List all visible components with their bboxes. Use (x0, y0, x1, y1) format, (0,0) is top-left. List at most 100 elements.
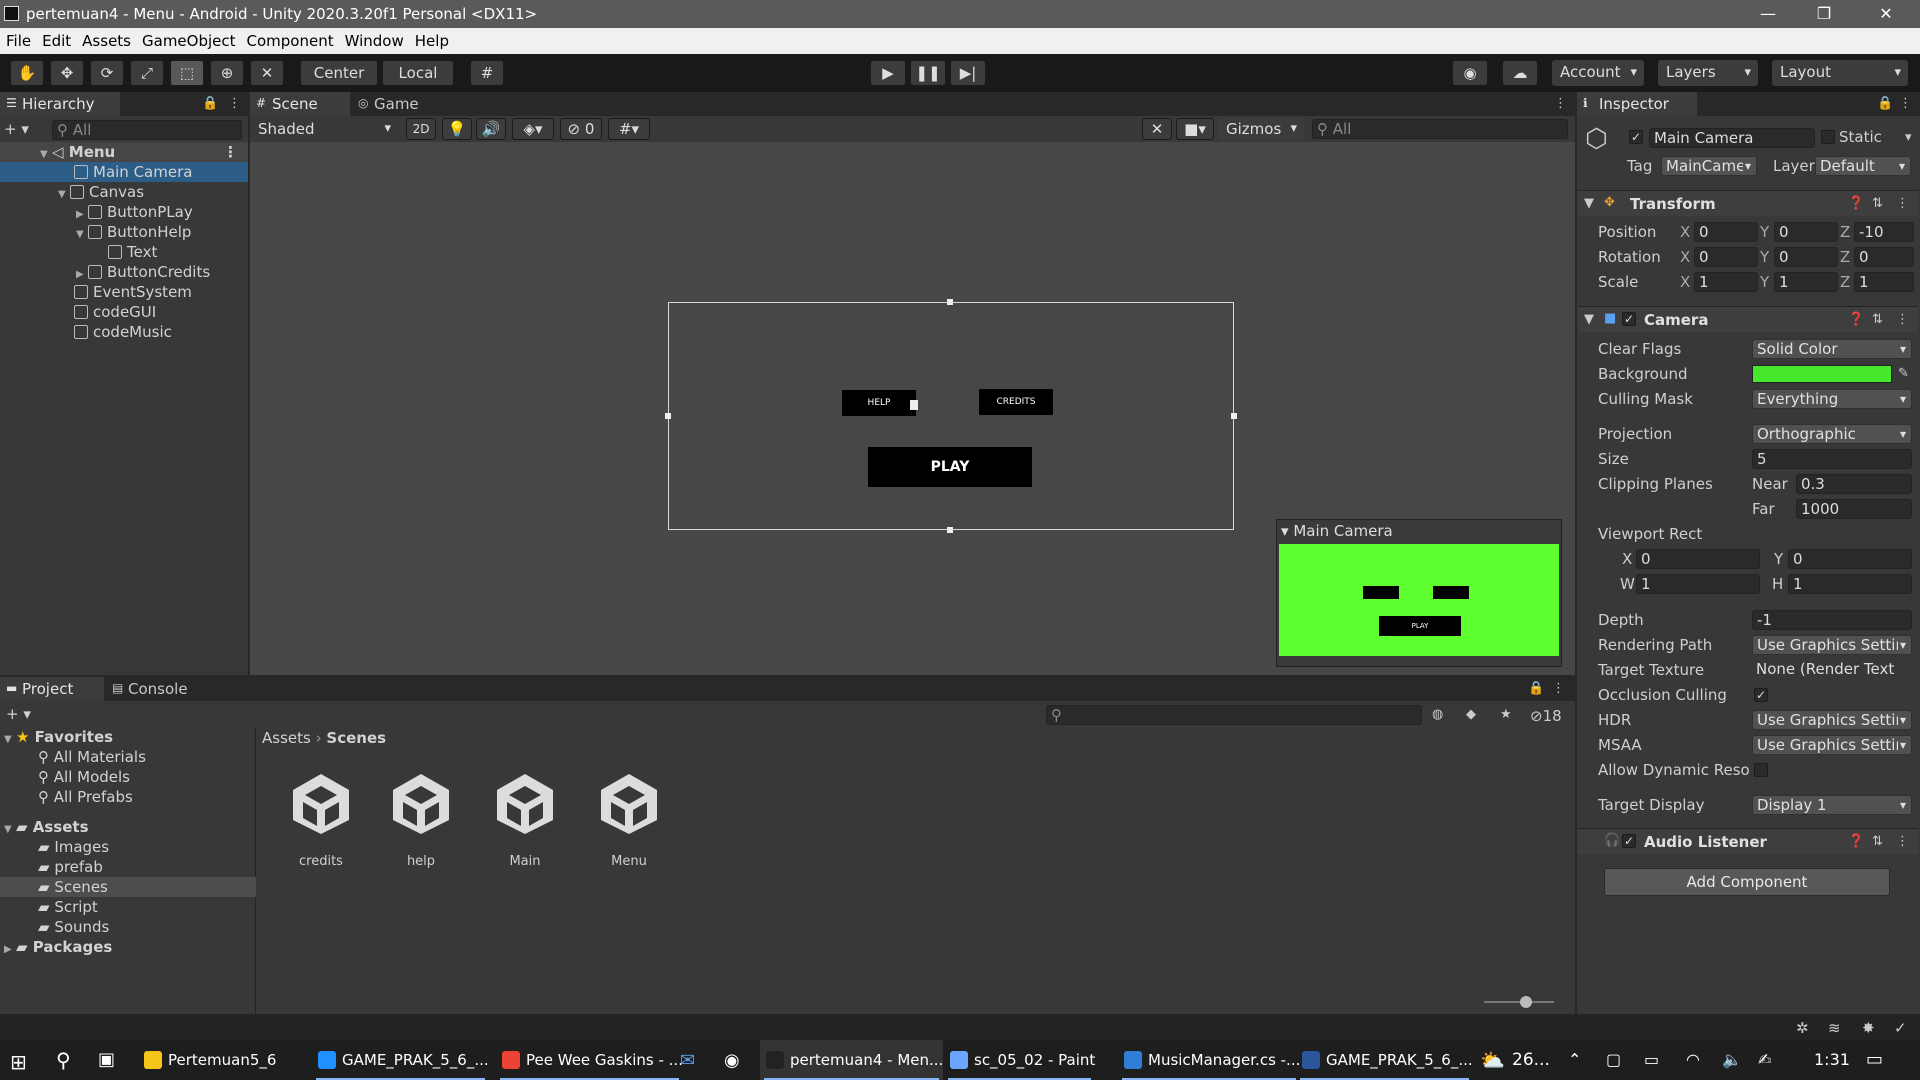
cloud-icon[interactable]: ☁ (1502, 60, 1538, 86)
rotation-x-field[interactable]: 0 (1694, 247, 1758, 267)
position-y-field[interactable]: 0 (1774, 222, 1838, 242)
taskbar-item-paint[interactable]: sc_05_02 - Paint (944, 1040, 1095, 1080)
rotate-tool-icon[interactable]: ⟳ (90, 60, 124, 86)
weather-icon[interactable]: ⛅ (1480, 1048, 1505, 1072)
viewport-h-field[interactable]: 1 (1788, 574, 1912, 594)
search-by-type-icon[interactable]: ◍ (1432, 707, 1443, 722)
more-icon[interactable]: ⋮ (1552, 681, 1565, 696)
component-menu-icon[interactable]: ⋮ (1896, 312, 1909, 327)
hierarchy-item-codegui[interactable]: codeGUI (0, 302, 248, 322)
help-icon[interactable]: ❓ (1848, 196, 1864, 211)
folder-sounds[interactable]: ▰ Sounds (38, 917, 109, 937)
favorite-all-prefabs[interactable]: ⚲ All Prefabs (38, 787, 133, 807)
cache-icon[interactable]: ≋ (1828, 1019, 1841, 1037)
object-name-field[interactable]: Main Camera (1649, 128, 1815, 148)
more-icon[interactable]: ⋮ (1899, 96, 1912, 111)
hierarchy-item-canvas[interactable]: ▼ Canvas (0, 182, 248, 202)
menu-edit[interactable]: Edit (36, 28, 76, 50)
icon-size-slider[interactable] (1484, 1001, 1554, 1003)
scene-asset-credits[interactable]: credits (276, 768, 366, 869)
menu-window[interactable]: Window (339, 28, 409, 50)
hierarchy-item-codemusic[interactable]: codeMusic (0, 322, 248, 342)
scene-more-icon[interactable]: ⋮ (1554, 96, 1567, 111)
lock-icon[interactable]: 🔒 (202, 96, 218, 111)
clock-time[interactable]: 1:31 (1814, 1050, 1850, 1069)
fold-icon[interactable]: ▼ (1584, 312, 1594, 327)
target-display-dropdown[interactable]: Display 1 (1752, 795, 1912, 815)
tab-scene[interactable]: # Scene (250, 92, 350, 116)
notifications-icon[interactable]: ▭ (1866, 1049, 1883, 1070)
folder-prefab[interactable]: ▰ prefab (38, 857, 103, 877)
mail-icon[interactable]: ✉ (680, 1050, 695, 1071)
hierarchy-item-buttonhelp[interactable]: ▼ ButtonHelp (0, 222, 248, 242)
favorite-all-materials[interactable]: ⚲ All Materials (38, 747, 146, 767)
folder-images[interactable]: ▰ Images (38, 837, 109, 857)
lighting-status-icon[interactable]: ✸ (1862, 1019, 1875, 1037)
clear-flags-dropdown[interactable]: Solid Color (1752, 339, 1912, 359)
far-field[interactable]: 1000 (1796, 499, 1912, 519)
windows-start-icon[interactable]: ⊞ (10, 1050, 27, 1074)
menu-file[interactable]: File (0, 28, 36, 50)
fold-icon[interactable]: ▼ (1584, 196, 1594, 211)
rect-handle[interactable] (947, 527, 953, 533)
menu-help[interactable]: Help (409, 28, 454, 50)
expand-icon[interactable]: ▼ (4, 730, 16, 750)
search-by-label-icon[interactable]: ◆ (1466, 707, 1476, 722)
component-menu-icon[interactable]: ⋮ (1896, 196, 1909, 211)
taskbar-item-word[interactable]: GAME_PRAK_5_6_... (1296, 1040, 1473, 1080)
step-button[interactable]: ▶| (950, 60, 986, 86)
lock-icon[interactable]: 🔒 (1877, 96, 1893, 111)
scale-tool-icon[interactable]: ⤢ (130, 60, 164, 86)
debug-icon[interactable]: ✲ (1796, 1019, 1809, 1037)
depth-field[interactable]: -1 (1752, 610, 1912, 630)
create-asset-button[interactable]: + ▾ (6, 705, 46, 723)
rect-handle[interactable] (947, 299, 953, 305)
rendering-path-dropdown[interactable]: Use Graphics Settir (1752, 635, 1912, 655)
menu-component[interactable]: Component (241, 28, 339, 50)
expand-icon[interactable]: ▼ (4, 820, 16, 840)
layer-dropdown[interactable]: Default (1815, 156, 1911, 176)
rect-tool-icon[interactable]: ⬚ (170, 60, 204, 86)
pivot-local-button[interactable]: Local (382, 60, 454, 86)
breadcrumb-assets[interactable]: Assets (262, 729, 311, 747)
hierarchy-item-text[interactable]: Text (0, 242, 248, 262)
pen-icon[interactable]: ✍ (1758, 1050, 1771, 1069)
layout-dropdown[interactable]: Layout (1772, 60, 1908, 86)
allow-dynamic-resolution-checkbox[interactable] (1754, 763, 1768, 777)
presets-icon[interactable]: ⇅ (1872, 196, 1883, 211)
canvas-rect[interactable] (668, 302, 1234, 530)
volume-icon[interactable]: 🔈 (1722, 1050, 1742, 1069)
help-icon[interactable]: ❓ (1848, 312, 1864, 327)
more-icon[interactable]: ⋮ (228, 96, 241, 111)
build-status-icon[interactable]: ✓ (1894, 1019, 1907, 1037)
tab-console[interactable]: ▤ Console (106, 677, 206, 701)
scene-asset-menu[interactable]: Menu (584, 768, 674, 869)
collab-icon[interactable]: ◉ (1452, 60, 1488, 86)
folder-scenes[interactable]: ▰ Scenes (0, 877, 256, 897)
presets-icon[interactable]: ⇅ (1872, 312, 1883, 327)
tab-game[interactable]: ◎ Game (352, 92, 442, 116)
assets-node[interactable]: ▼ ▰ Assets (4, 817, 89, 837)
project-search-input[interactable]: ⚲ (1046, 705, 1422, 725)
taskbar-item-chrome[interactable]: Pee Wee Gaskins - ... (496, 1040, 683, 1080)
task-view-icon[interactable]: ▣ (98, 1049, 115, 1070)
tab-hierarchy[interactable]: ☰ Hierarchy (0, 92, 120, 116)
hierarchy-search-input[interactable]: ⚲ All (52, 120, 242, 140)
move-tool-icon[interactable]: ✥ (50, 60, 84, 86)
folder-script[interactable]: ▰ Script (38, 897, 98, 917)
camera-settings-icon[interactable]: ■▾ (1176, 118, 1214, 140)
projection-dropdown[interactable]: Orthographic (1752, 424, 1912, 444)
hdr-dropdown[interactable]: Use Graphics Settir (1752, 710, 1912, 730)
near-field[interactable]: 0.3 (1796, 474, 1912, 494)
background-color-swatch[interactable] (1752, 365, 1892, 383)
search-icon[interactable]: ⚲ (56, 1048, 71, 1072)
tag-dropdown[interactable]: MainCame (1661, 156, 1757, 176)
component-menu-icon[interactable]: ⋮ (1896, 834, 1909, 849)
meet-now-icon[interactable]: ▢ (1606, 1050, 1621, 1069)
menu-gameobject[interactable]: GameObject (136, 28, 241, 50)
static-checkbox[interactable] (1821, 130, 1835, 144)
breadcrumb-scenes[interactable]: Scenes (326, 729, 386, 747)
active-checkbox[interactable]: ✓ (1629, 130, 1643, 144)
weather-temp[interactable]: 26... (1512, 1050, 1550, 1070)
transform-header[interactable]: ▼ ✥ Transform ❓ ⇅ ⋮ (1578, 190, 1918, 216)
